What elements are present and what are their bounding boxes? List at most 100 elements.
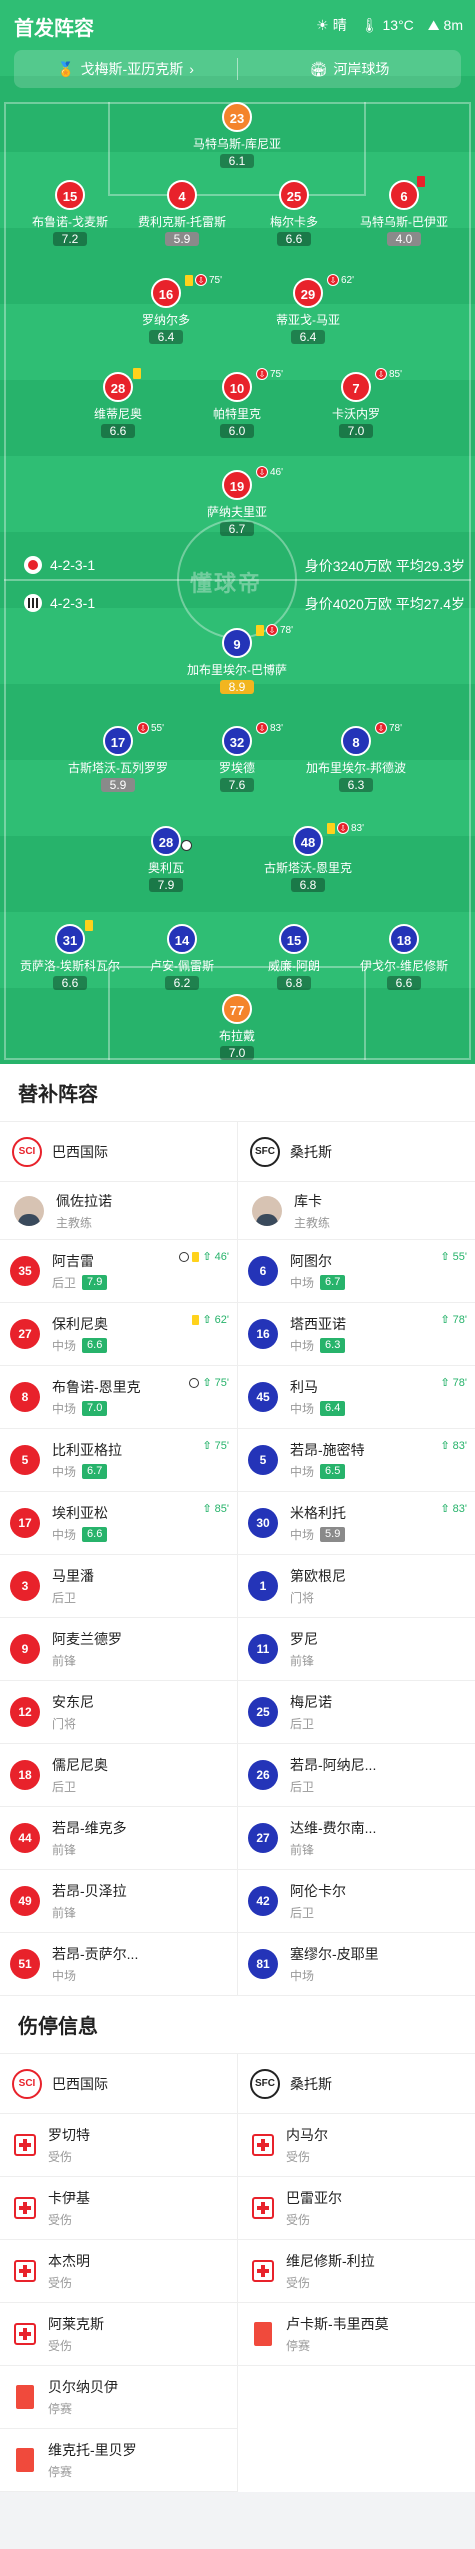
sub-player-row[interactable]: 5 比利亚格拉 中场 6.7 ⇧ 75'	[0, 1429, 237, 1492]
away-player[interactable]: 14 卢安-佩雷斯 6.2	[117, 924, 247, 992]
home-player[interactable]: 19 ⇩ 46' 萨纳夫里亚 6.7	[172, 466, 302, 538]
sub-player-row[interactable]: 17 埃利亚松 中场 6.6 ⇧ 85'	[0, 1492, 237, 1555]
sub-player-row[interactable]: 5 若昂-施密特 中场 6.5 ⇧ 83'	[238, 1429, 475, 1492]
injury-row[interactable]: 巴雷亚尔 受伤	[238, 2177, 475, 2240]
sub-player-row[interactable]: 44 若昂-维克多 前锋	[0, 1807, 237, 1870]
away-player[interactable]: 77 布拉戴 7.0	[172, 994, 302, 1062]
injury-row[interactable]: 卢卡斯-韦里西莫 停赛	[238, 2303, 475, 2366]
away-player[interactable]: 9 ⇩ 78' 加布里埃尔-巴博萨 8.9	[172, 624, 302, 696]
sub-player-row[interactable]: 25 梅尼诺 后卫	[238, 1681, 475, 1744]
home-player[interactable]: 4 费利克斯-托雷斯 5.9	[117, 180, 247, 248]
away-player[interactable]: 32 ⇩ 83' 罗埃德 7.6	[172, 722, 302, 794]
home-coach-row[interactable]: 佩佐拉诺 主教练	[0, 1182, 237, 1240]
sub-out-icon: ⇩	[195, 274, 207, 286]
sub-player-row[interactable]: 1 第欧根尼 门将	[238, 1555, 475, 1618]
sub-player-row[interactable]: 11 罗尼 前锋	[238, 1618, 475, 1681]
player-name: 安东尼	[52, 1694, 94, 1710]
home-player[interactable]: 15 布鲁诺-戈麦斯 7.2	[5, 180, 135, 248]
sub-player-row[interactable]: 42 阿伦卡尔 后卫	[238, 1870, 475, 1933]
away-player[interactable]: 18 伊戈尔-维尼修斯 6.6	[339, 924, 469, 992]
sub-player-row[interactable]: 3 马里潘 后卫	[0, 1555, 237, 1618]
home-subs-list: 35 阿吉雷 后卫 7.9 ⇧ 46' 27 保利尼奥 中场 6.6 ⇧ 62' 8 布鲁诺-恩里克 中场 7…	[0, 1240, 237, 1996]
away-player[interactable]: 17 ⇩ 55' 古斯塔沃-瓦列罗罗 5.9	[53, 722, 183, 794]
player-name: 若昂-维克多	[52, 1820, 127, 1836]
sub-player-row[interactable]: 16 塔西亚诺 中场 6.3 ⇧ 78'	[238, 1303, 475, 1366]
away-player[interactable]: 31 贡萨洛-埃斯科瓦尔 6.6	[5, 920, 135, 992]
sub-in-minute: 83'	[452, 1439, 467, 1452]
sub-player-row[interactable]: 9 阿麦兰德罗 前锋	[0, 1618, 237, 1681]
home-player[interactable]: 23 马特乌斯-库尼亚 6.1	[172, 102, 302, 170]
home-player[interactable]: 28 维蒂尼奥 6.6	[53, 368, 183, 440]
away-team-header[interactable]: SFC 桑托斯	[238, 2054, 475, 2114]
home-team-header[interactable]: SCI 巴西国际	[0, 2054, 237, 2114]
player-number: 8	[10, 1382, 40, 1412]
player-position-row: 中场 6.7	[290, 1274, 346, 1291]
avatar	[14, 1195, 44, 1226]
injury-status: 受伤	[286, 2213, 311, 2227]
player-number: 30	[248, 1508, 278, 1538]
away-team-crest-icon	[24, 594, 42, 612]
home-player[interactable]: 10 ⇩ 75' 帕特里克 6.0	[172, 368, 302, 440]
home-player[interactable]: 29 ⇩ 62' 蒂亚戈-马亚 6.4	[243, 274, 373, 346]
player-rating: 6.3	[320, 1338, 346, 1353]
home-team-header[interactable]: SCI 巴西国际	[0, 1122, 237, 1182]
sub-player-row[interactable]: 12 安东尼 门将	[0, 1681, 237, 1744]
home-player[interactable]: 6 马特乌斯-巴伊亚 4.0	[339, 176, 469, 248]
player-position: 中场	[290, 1276, 315, 1290]
injury-row[interactable]: 阿莱克斯 受伤	[0, 2303, 237, 2366]
injury-row[interactable]: 内马尔 受伤	[238, 2114, 475, 2177]
sub-player-row[interactable]: 8 布鲁诺-恩里克 中场 7.0 ⇧ 75'	[0, 1366, 237, 1429]
sub-player-row[interactable]: 49 若昂-贝泽拉 前锋	[0, 1870, 237, 1933]
player-position: 中场	[290, 1339, 315, 1353]
player-number: 51	[10, 1949, 40, 1979]
player-number: 18	[10, 1760, 40, 1790]
injury-row[interactable]: 罗切特 受伤	[0, 2114, 237, 2177]
player-number: 9	[10, 1634, 40, 1664]
sub-player-row[interactable]: 27 保利尼奥 中场 6.6 ⇧ 62'	[0, 1303, 237, 1366]
injury-row[interactable]: 维克托-里贝罗 停赛	[0, 2429, 237, 2492]
player-name: 儒尼尼奥	[52, 1757, 108, 1773]
injury-row[interactable]: 卡伊基 受伤	[0, 2177, 237, 2240]
injury-status: 停赛	[286, 2339, 311, 2353]
sub-in-arrow-icon: ⇧	[440, 1251, 450, 1263]
player-info: 若昂-施密特 中场 6.5	[290, 1440, 365, 1480]
player-number: 17	[10, 1508, 40, 1538]
sub-in-minute: 78'	[452, 1376, 467, 1389]
sub-player-row[interactable]: 27 达维-费尔南... 前锋	[238, 1807, 475, 1870]
sub-player-row[interactable]: 51 若昂-贡萨尔... 中场	[0, 1933, 237, 1996]
sub-player-row[interactable]: 18 儒尼尼奥 后卫	[0, 1744, 237, 1807]
injury-row[interactable]: 贝尔纳贝伊 停赛	[0, 2366, 237, 2429]
sub-player-row[interactable]: 35 阿吉雷 后卫 7.9 ⇧ 46'	[0, 1240, 237, 1303]
away-player[interactable]: 28 奥利瓦 7.9	[101, 826, 231, 894]
goal-ball-icon	[189, 1377, 200, 1388]
away-team-crest-icon: SFC	[250, 1136, 280, 1167]
player-position-row: 中场 6.3	[290, 1337, 346, 1354]
away-coach-row[interactable]: 库卡 主教练	[238, 1182, 475, 1240]
player-position-row: 中场 6.7	[52, 1463, 122, 1480]
player-name: 米格利托	[290, 1505, 346, 1521]
sub-in-event: ⇧ 46'	[179, 1250, 229, 1263]
player-info: 阿麦兰德罗 前锋	[52, 1629, 122, 1669]
sub-player-row[interactable]: 45 利马 中场 6.4 ⇧ 78'	[238, 1366, 475, 1429]
injury-info: 内马尔 受伤	[286, 2125, 328, 2165]
player-rating: 6.7	[320, 1275, 346, 1290]
player-name: 若昂-阿纳尼...	[290, 1757, 377, 1773]
injury-row[interactable]: 本杰明 受伤	[0, 2240, 237, 2303]
away-player[interactable]: 48 ⇩ 83' 古斯塔沃-恩里克 6.8	[243, 822, 373, 894]
injury-row[interactable]: 维尼修斯-利拉 受伤	[238, 2240, 475, 2303]
away-subs-list: 6 阿图尔 中场 6.7 ⇧ 55' 16 塔西亚诺 中场 6.3 ⇧ 78' 45 利马 中场 6.4 ⇧ 78…	[238, 1240, 475, 1996]
sub-player-row[interactable]: 30 米格利托 中场 5.9 ⇧ 83'	[238, 1492, 475, 1555]
referee-link[interactable]: 🏅 戈梅斯-亚历克斯 ›	[14, 50, 237, 88]
sub-in-event: ⇧ 75'	[202, 1439, 229, 1453]
yellow-card-icon	[327, 822, 335, 834]
sub-player-row[interactable]: 6 阿图尔 中场 6.7 ⇧ 55'	[238, 1240, 475, 1303]
medical-kit-icon	[252, 2134, 274, 2156]
sub-in-arrow-icon: ⇧	[202, 1251, 212, 1263]
player-events	[133, 368, 141, 379]
away-team-header[interactable]: SFC 桑托斯	[238, 1122, 475, 1182]
home-player[interactable]: 16 ⇩ 75' 罗纳尔多 6.4	[101, 274, 231, 346]
sub-player-row[interactable]: 26 若昂-阿纳尼... 后卫	[238, 1744, 475, 1807]
away-player[interactable]: 8 ⇩ 78' 加布里埃尔-邦德波 6.3	[291, 722, 421, 794]
sub-player-row[interactable]: 81 塞缪尔-皮耶里 中场	[238, 1933, 475, 1996]
home-player[interactable]: 7 ⇩ 85' 卡沃内罗 7.0	[291, 368, 421, 440]
